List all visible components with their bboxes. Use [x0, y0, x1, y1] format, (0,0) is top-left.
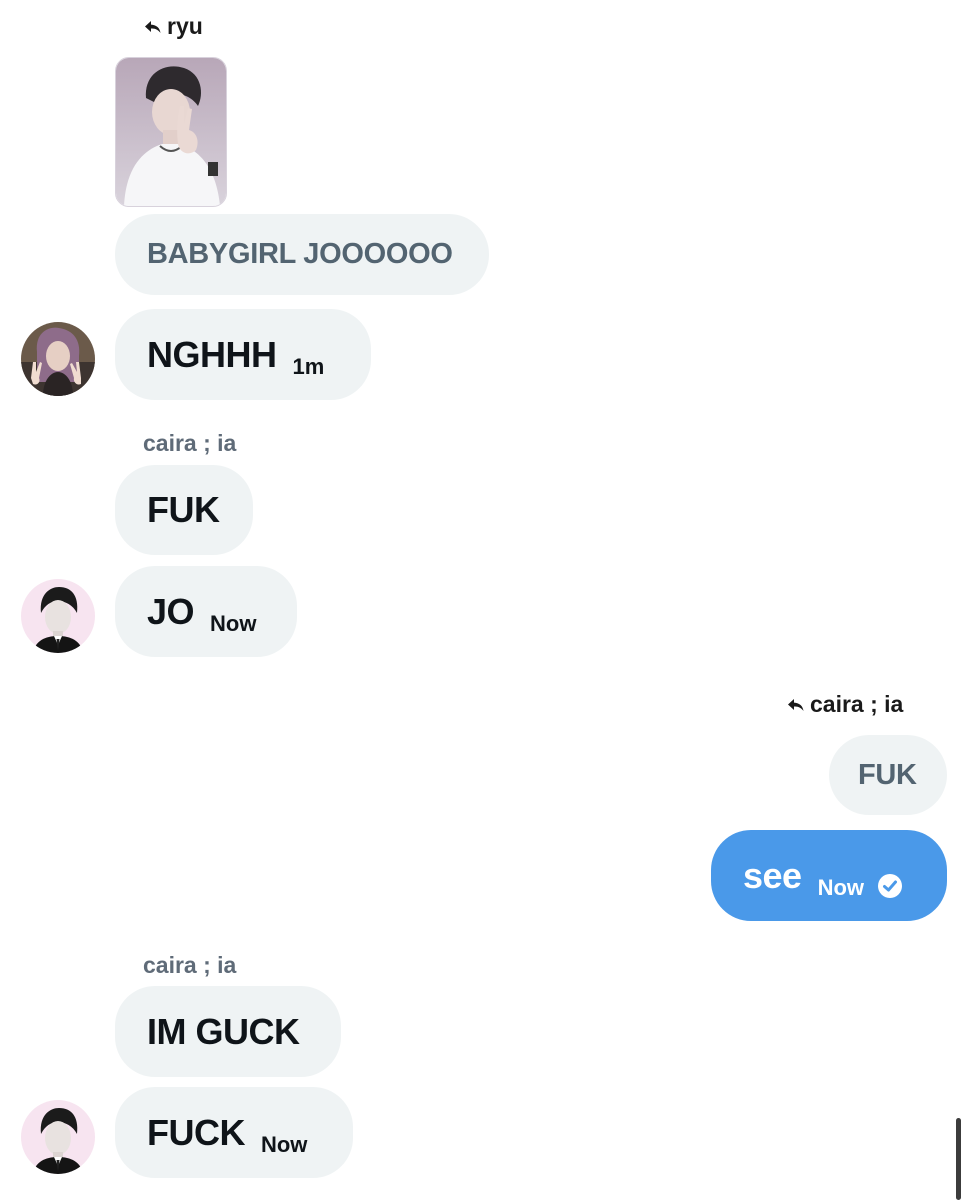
sender-name: caira ; ia — [143, 952, 237, 978]
message-bubble[interactable]: JO Now — [115, 566, 297, 657]
reply-arrow-icon — [788, 698, 804, 711]
photo-image — [116, 58, 226, 206]
sender-name: caira ; ia — [143, 430, 237, 456]
reply-target-name: caira ; ia — [810, 691, 904, 717]
message-bubble[interactable]: IM GUCK — [115, 986, 341, 1077]
reply-target-name: ryu — [167, 13, 203, 39]
avatar[interactable] — [21, 579, 95, 653]
avatar-image-ryu — [21, 322, 95, 396]
avatar[interactable] — [21, 1100, 95, 1174]
avatar-image-caira — [21, 1100, 95, 1174]
message-bubble[interactable]: NGHHH 1m — [115, 309, 371, 400]
message-text: see — [743, 854, 802, 896]
message-bubble[interactable]: FUK — [115, 465, 253, 555]
message-timestamp: Now — [260, 1131, 308, 1157]
reply-indicator: caira ; ia — [786, 691, 903, 718]
message-text: JO — [147, 590, 195, 632]
message-text: FUCK — [147, 1111, 245, 1153]
message-text: IM GUCK — [147, 1010, 300, 1052]
reply-indicator: ryu — [143, 13, 203, 40]
avatar[interactable] — [21, 322, 95, 396]
quoted-message-bubble[interactable]: BABYGIRL JOOOOOO — [115, 214, 489, 295]
quoted-message-text: FUK — [858, 758, 917, 791]
reply-arrow-icon — [145, 20, 161, 33]
message-timestamp: Now — [210, 610, 257, 636]
own-message-bubble[interactable]: see Now — [711, 830, 947, 921]
avatar-image-caira — [21, 579, 95, 653]
message-bubble[interactable]: FUCK Now — [115, 1087, 353, 1178]
message-timestamp: Now — [817, 874, 865, 900]
check-circle-icon — [878, 873, 903, 898]
quoted-photo[interactable] — [115, 57, 227, 207]
scrollbar[interactable] — [956, 1118, 961, 1200]
message-text: FUK — [147, 489, 220, 530]
message-text: NGHHH — [147, 333, 277, 375]
quoted-message-text: BABYGIRL JOOOOOO — [147, 238, 453, 270]
message-timestamp: 1m — [292, 353, 325, 379]
quoted-message-bubble[interactable]: FUK — [829, 735, 947, 815]
